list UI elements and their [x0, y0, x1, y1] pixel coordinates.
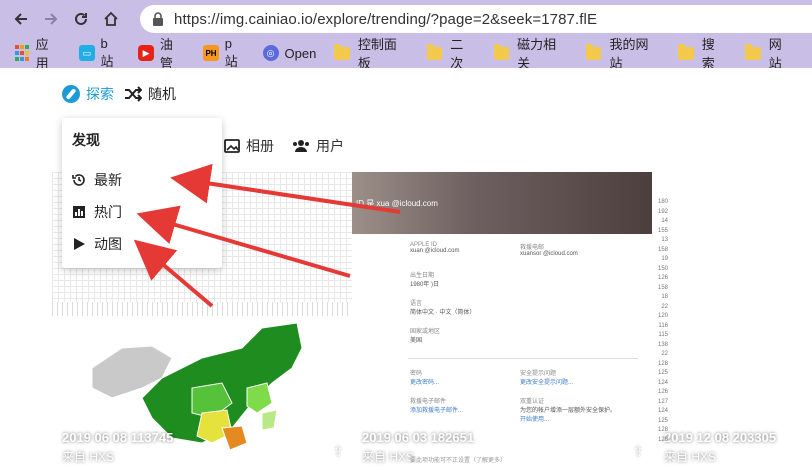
folder-icon	[426, 43, 443, 60]
bookmark-label: b站	[100, 36, 114, 69]
shuffle-icon	[125, 86, 142, 102]
bookmark-label: 应用	[35, 37, 49, 71]
image-card[interactable]: 2019 12 08 203305 来自 HXS	[652, 172, 812, 466]
menu-item-hot[interactable]: 热门	[72, 202, 122, 222]
arrow-left-icon	[14, 13, 27, 25]
appleid-field: 出生日期 1980年 )日	[410, 273, 440, 288]
menu-item-latest[interactable]: 最新	[72, 170, 122, 190]
bookmark-label: 油管	[159, 37, 173, 71]
card-timestamp: 2019 06 08 113745	[62, 430, 174, 445]
history-icon	[72, 174, 85, 186]
appleid-field: 密码 更改密码...	[410, 371, 440, 386]
play-icon	[74, 238, 85, 250]
image-icon	[224, 139, 240, 153]
reload-icon	[75, 12, 87, 25]
card-source: 来自 HXS	[62, 450, 115, 464]
bookmarks-bar: 应用 ▭ b站 ▶ 油管 PH p站 ◎ Open 控制面板 二次 磁力相关 我…	[0, 36, 812, 71]
folder-icon	[678, 43, 694, 60]
appleid-banner: ID 是 xua @icloud.com	[352, 172, 652, 234]
menu-item-label: 最新	[94, 172, 122, 188]
appleid-field: 语言 简体中文 · 中文（简体）	[410, 301, 476, 316]
appleid-field: 安全提示问题 更改安全提示问题...	[520, 371, 574, 386]
forward-button[interactable]	[36, 4, 66, 34]
folder-icon	[334, 43, 350, 60]
bookmark-label: Open	[284, 45, 317, 61]
nav-random[interactable]: 随机	[124, 84, 176, 104]
bookmark-folder-magnet[interactable]: 磁力相关	[493, 37, 568, 71]
bookmark-ph[interactable]: PH p站	[203, 36, 244, 69]
appleid-field: APPLE ID xuan @icloud.com	[410, 242, 460, 254]
heatmap-axis	[52, 302, 352, 316]
bookmark-open[interactable]: ◎ Open	[262, 38, 317, 68]
reload-button[interactable]	[66, 4, 96, 34]
bookmark-label: 二次	[450, 37, 464, 71]
ph-icon: PH	[203, 45, 219, 61]
bookmark-label: 我的网站	[609, 37, 649, 71]
arrow-right-icon	[45, 13, 58, 25]
users-icon	[293, 140, 309, 152]
appleid-banner-text: ID 是 xua @icloud.com	[356, 199, 438, 208]
nav-random-label: 随机	[148, 86, 176, 102]
card-timestamp: 2019 06 03 182651	[362, 430, 475, 445]
bookmark-folder-2d[interactable]: 二次	[426, 37, 476, 71]
browser-toolbar: https://img.cainiao.io/explore/trending/…	[0, 0, 812, 38]
url-text: https://img.cainiao.io/explore/trending/…	[174, 10, 598, 28]
share-icon[interactable]: ⇪	[332, 443, 344, 460]
appleid-field: 救援电子邮件 添加救援电子邮件...	[410, 399, 464, 414]
youtube-icon: ▶	[138, 45, 154, 61]
tab-users[interactable]: 用户	[292, 136, 344, 156]
home-button[interactable]	[96, 4, 126, 34]
sub-tabs: 相册 用户	[224, 136, 362, 156]
appleid-footer: 要此项功能可不正设置（了解更多）	[410, 458, 507, 464]
bookmark-label: p站	[224, 36, 238, 69]
discover-dropdown: 发现 最新 热门 动图	[62, 118, 222, 268]
lock-icon	[153, 12, 163, 26]
dropdown-header: 发现	[72, 132, 100, 148]
bookmark-folder-control-panel[interactable]: 控制面板	[334, 37, 408, 71]
tab-album[interactable]: 相册	[224, 136, 274, 156]
bar-chart-icon	[73, 206, 85, 218]
menu-item-label: 热门	[94, 204, 122, 220]
card-source: 来自 HXS	[664, 450, 717, 464]
bookmark-label: 磁力相关	[517, 37, 557, 71]
openai-icon: ◎	[262, 45, 279, 61]
appleid-field: 国家或地区 美国	[410, 329, 441, 344]
bookmark-youtube[interactable]: ▶ 油管	[138, 37, 185, 71]
folder-icon	[745, 43, 761, 60]
bookmark-apps[interactable]: 应用	[14, 37, 61, 71]
tab-users-label: 用户	[316, 138, 344, 154]
appleid-field: 救援电邮 xuansor @icloud.com	[520, 245, 578, 257]
tab-album-label: 相册	[246, 138, 274, 154]
appleid-field: 双重认证 为您的帐户增添一层额外安全保护。 开始使用...	[520, 399, 617, 423]
image-card[interactable]: ID 是 xua @icloud.com APPLE ID xuan @iclou…	[352, 172, 652, 466]
top-nav: 探索 随机	[62, 84, 186, 104]
back-button[interactable]	[6, 4, 36, 34]
bookmark-label: 搜索	[701, 37, 715, 71]
nav-explore-label: 探索	[86, 86, 114, 102]
compass-icon	[62, 85, 80, 103]
home-icon	[104, 11, 118, 26]
address-bar[interactable]: https://img.cainiao.io/explore/trending/…	[140, 5, 812, 33]
share-icon[interactable]: ⇪	[632, 443, 644, 460]
nav-explore[interactable]: 探索	[62, 84, 114, 104]
bookmark-folder-search[interactable]: 搜索	[678, 37, 727, 71]
bookmark-label: 网站	[768, 37, 782, 71]
bookmark-folder-sites[interactable]: 网站	[745, 37, 794, 71]
page-content: 探索 随机 相册 用户 2019 06 08 113745 来自 HXS ⇪ I…	[0, 68, 812, 466]
folder-icon	[585, 43, 602, 60]
bookmark-bilibili[interactable]: ▭ b站	[78, 36, 120, 69]
menu-item-label: 动图	[94, 236, 122, 252]
divider	[408, 358, 638, 359]
menu-item-gif[interactable]: 动图	[72, 234, 122, 254]
bookmark-label: 控制面板	[357, 37, 397, 71]
apps-grid-icon	[14, 45, 30, 61]
folder-icon	[493, 43, 510, 60]
numeric-column: 180 192 14 155 13 158 19 150 126 158 18 22 120 116 115…	[657, 199, 668, 443]
card-source: 来自 HXS	[362, 450, 415, 464]
card-timestamp: 2019 12 08 203305	[664, 430, 777, 445]
bilibili-icon: ▭	[78, 45, 95, 61]
bookmark-folder-my-sites[interactable]: 我的网站	[585, 37, 660, 71]
